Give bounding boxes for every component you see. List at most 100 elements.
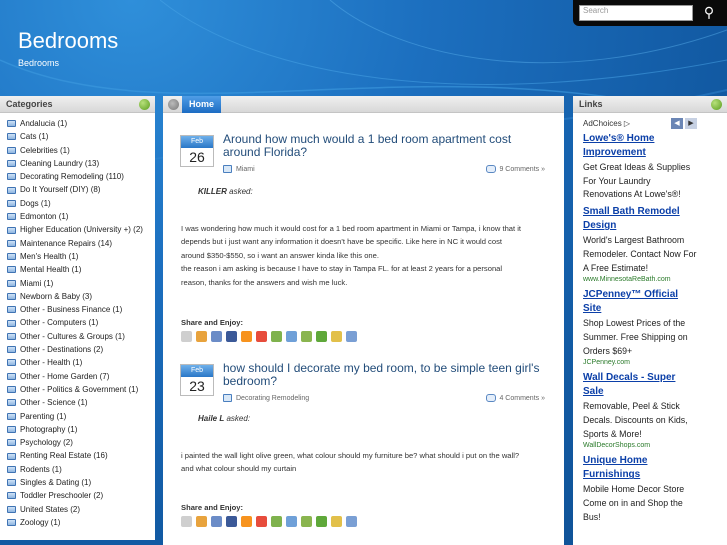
category-label[interactable]: Rodents (1) bbox=[20, 463, 62, 476]
ad-title[interactable]: Unique Home Furnishings bbox=[583, 454, 697, 482]
category-label[interactable]: Decorating Remodeling (110) bbox=[20, 170, 124, 183]
category-label[interactable]: Other - Cultures & Groups (1) bbox=[20, 330, 125, 343]
category-item[interactable]: Singles & Dating (1) bbox=[7, 476, 155, 489]
category-label[interactable]: Maintenance Repairs (14) bbox=[20, 237, 112, 250]
category-item[interactable]: Other - Home Garden (7) bbox=[7, 370, 155, 383]
category-label[interactable]: Psychology (2) bbox=[20, 436, 73, 449]
category-label[interactable]: Cleaning Laundry (13) bbox=[20, 157, 99, 170]
category-item[interactable]: Renting Real Estate (16) bbox=[7, 449, 155, 462]
post-category-label[interactable]: Decorating Remodeling bbox=[236, 395, 309, 402]
category-item[interactable]: Rodents (1) bbox=[7, 463, 155, 476]
category-label[interactable]: Higher Education (University +) (2) bbox=[20, 223, 143, 236]
share-icon[interactable] bbox=[196, 516, 207, 527]
post-comments[interactable]: 4 Comments » bbox=[486, 394, 545, 402]
share-icon[interactable] bbox=[226, 331, 237, 342]
share-icon[interactable] bbox=[346, 331, 357, 342]
ad-title[interactable]: Small Bath Remodel Design bbox=[583, 205, 697, 233]
share-icon[interactable] bbox=[331, 516, 342, 527]
category-label[interactable]: Do It Yourself (DIY) (8) bbox=[20, 183, 100, 196]
category-label[interactable]: Parenting (1) bbox=[20, 410, 66, 423]
ad-url[interactable]: JCPenney.com bbox=[583, 358, 697, 368]
share-icon[interactable] bbox=[241, 516, 252, 527]
share-icon[interactable] bbox=[271, 516, 282, 527]
category-item[interactable]: Other - Science (1) bbox=[7, 396, 155, 409]
category-item[interactable]: Newborn & Baby (3) bbox=[7, 290, 155, 303]
share-icon[interactable] bbox=[196, 331, 207, 342]
adchoices-icon[interactable]: ▷ bbox=[624, 119, 630, 128]
share-icon[interactable] bbox=[346, 516, 357, 527]
category-item[interactable]: Other - Business Finance (1) bbox=[7, 303, 155, 316]
category-item[interactable]: Photography (1) bbox=[7, 423, 155, 436]
category-label[interactable]: Other - Politics & Government (1) bbox=[20, 383, 138, 396]
post-category[interactable]: Decorating Remodeling bbox=[223, 394, 309, 402]
post-comments[interactable]: 9 Comments » bbox=[486, 165, 545, 173]
share-icon[interactable] bbox=[181, 516, 192, 527]
post-title[interactable]: how should I decorate my bed room, to be… bbox=[223, 362, 550, 388]
category-label[interactable]: Photography (1) bbox=[20, 423, 77, 436]
ad-title[interactable]: JCPenney™ Official Site bbox=[583, 288, 697, 316]
share-icon[interactable] bbox=[331, 331, 342, 342]
category-item[interactable]: Decorating Remodeling (110) bbox=[7, 170, 155, 183]
category-item[interactable]: Mental Health (1) bbox=[7, 263, 155, 276]
category-label[interactable]: Other - Science (1) bbox=[20, 396, 88, 409]
category-item[interactable]: Dogs (1) bbox=[7, 197, 155, 210]
category-item[interactable]: Maintenance Repairs (14) bbox=[7, 237, 155, 250]
share-icon[interactable] bbox=[256, 516, 267, 527]
category-label[interactable]: Other - Health (1) bbox=[20, 356, 82, 369]
category-item[interactable]: Miami (1) bbox=[7, 277, 155, 290]
share-icon[interactable] bbox=[316, 516, 327, 527]
category-label[interactable]: Men's Health (1) bbox=[20, 250, 78, 263]
category-item[interactable]: Psychology (2) bbox=[7, 436, 155, 449]
category-item[interactable]: Cats (1) bbox=[7, 130, 155, 143]
share-icon[interactable] bbox=[316, 331, 327, 342]
search-icon[interactable]: ⚲ bbox=[699, 4, 719, 22]
post-title[interactable]: Around how much would a 1 bed room apart… bbox=[223, 133, 550, 159]
category-item[interactable]: Other - Computers (1) bbox=[7, 316, 155, 329]
category-label[interactable]: Singles & Dating (1) bbox=[20, 476, 91, 489]
share-icon[interactable] bbox=[301, 331, 312, 342]
ad-title[interactable]: Lowe's® Home Improvement bbox=[583, 132, 697, 160]
prev-arrow-icon[interactable]: ◀ bbox=[671, 118, 683, 129]
category-item[interactable]: Higher Education (University +) (2) bbox=[7, 223, 155, 236]
category-item[interactable]: Other - Politics & Government (1) bbox=[7, 383, 155, 396]
category-item[interactable]: Do It Yourself (DIY) (8) bbox=[7, 183, 155, 196]
category-label[interactable]: Other - Destinations (2) bbox=[20, 343, 103, 356]
category-item[interactable]: United States (2) bbox=[7, 503, 155, 516]
category-label[interactable]: Toddler Preschooler (2) bbox=[20, 489, 103, 502]
category-item[interactable]: Other - Cultures & Groups (1) bbox=[7, 330, 155, 343]
category-label[interactable]: Dogs (1) bbox=[20, 197, 51, 210]
category-label[interactable]: Cats (1) bbox=[20, 130, 48, 143]
share-icon[interactable] bbox=[271, 331, 282, 342]
share-icon[interactable] bbox=[211, 331, 222, 342]
category-item[interactable]: Other - Health (1) bbox=[7, 356, 155, 369]
category-label[interactable]: Other - Home Garden (7) bbox=[20, 370, 109, 383]
share-icon[interactable] bbox=[181, 331, 192, 342]
share-icon[interactable] bbox=[211, 516, 222, 527]
post-comments-label[interactable]: 4 Comments » bbox=[499, 395, 545, 402]
ad-url[interactable]: www.MinnesotaReBath.com bbox=[583, 275, 697, 285]
category-item[interactable]: Men's Health (1) bbox=[7, 250, 155, 263]
category-label[interactable]: Edmonton (1) bbox=[20, 210, 68, 223]
adchoices-label[interactable]: AdChoices bbox=[583, 119, 622, 128]
category-label[interactable]: United States (2) bbox=[20, 503, 80, 516]
tab-home[interactable]: Home bbox=[182, 96, 222, 113]
category-item[interactable]: Edmonton (1) bbox=[7, 210, 155, 223]
category-item[interactable]: Celebrities (1) bbox=[7, 144, 155, 157]
category-label[interactable]: Zoology (1) bbox=[20, 516, 60, 529]
category-label[interactable]: Newborn & Baby (3) bbox=[20, 290, 92, 303]
ad-url[interactable]: WallDecorShops.com bbox=[583, 441, 697, 451]
share-icon[interactable] bbox=[286, 331, 297, 342]
share-icon[interactable] bbox=[241, 331, 252, 342]
share-icon[interactable] bbox=[286, 516, 297, 527]
ad-title[interactable]: Wall Decals - Super Sale bbox=[583, 371, 697, 399]
post-category[interactable]: Miami bbox=[223, 165, 255, 173]
category-label[interactable]: Andalucia (1) bbox=[20, 117, 67, 130]
post-comments-label[interactable]: 9 Comments » bbox=[499, 166, 545, 173]
next-arrow-icon[interactable]: ▶ bbox=[685, 118, 697, 129]
category-item[interactable]: Zoology (1) bbox=[7, 516, 155, 529]
category-label[interactable]: Other - Computers (1) bbox=[20, 316, 98, 329]
share-icon[interactable] bbox=[256, 331, 267, 342]
home-circle-icon[interactable] bbox=[168, 99, 179, 110]
category-item[interactable]: Parenting (1) bbox=[7, 410, 155, 423]
toggle-icon[interactable] bbox=[711, 99, 722, 110]
